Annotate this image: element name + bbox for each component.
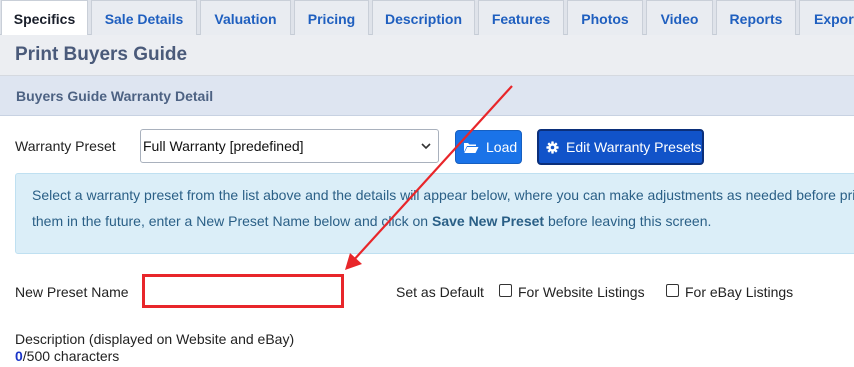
folder-open-icon xyxy=(464,142,479,153)
description-label: Description (displayed on Website and eB… xyxy=(15,331,295,347)
load-label: Load xyxy=(486,139,518,155)
section-title: Buyers Guide Warranty Detail xyxy=(16,88,214,104)
info-line-2-suffix: before leaving this screen. xyxy=(544,213,712,229)
new-preset-name-input[interactable] xyxy=(142,274,344,308)
character-counter: 0/500 characters xyxy=(15,348,119,364)
tab-label: Specifics xyxy=(13,11,76,27)
tab-label: Valuation xyxy=(214,10,277,27)
tab-label: Photos xyxy=(581,10,629,27)
for-website-listings-checkbox[interactable] xyxy=(499,284,512,297)
edit-warranty-presets-label: Edit Warranty Presets xyxy=(566,139,702,155)
page-title-bar: Print Buyers Guide xyxy=(0,35,854,76)
gear-icon xyxy=(546,140,559,154)
tab-label: Reports xyxy=(729,10,783,27)
load-button[interactable]: Load xyxy=(455,130,522,164)
for-ebay-listings-checkbox[interactable] xyxy=(666,284,679,297)
tab-photos[interactable]: Photos xyxy=(567,0,643,36)
chevron-down-icon xyxy=(421,143,431,150)
tab-reports[interactable]: Reports xyxy=(716,0,796,36)
warranty-preset-value: Full Warranty [predefined] xyxy=(143,138,304,154)
tab-label: Features xyxy=(491,10,551,27)
tab-label: Video xyxy=(660,10,699,27)
character-max: /500 characters xyxy=(22,348,120,364)
info-line-2-prefix: them in the future, enter a New Preset N… xyxy=(32,213,432,229)
tab-label: Pricing xyxy=(307,10,356,27)
tab-sale-details[interactable]: Sale Details xyxy=(91,0,197,36)
edit-warranty-presets-button[interactable]: Edit Warranty Presets xyxy=(537,129,704,165)
save-new-preset-emphasis: Save New Preset xyxy=(431,213,545,229)
tab-features[interactable]: Features xyxy=(478,0,564,36)
warranty-preset-select[interactable]: Full Warranty [predefined] xyxy=(140,129,439,163)
warranty-preset-label: Warranty Preset xyxy=(15,138,116,154)
section-header: Buyers Guide Warranty Detail xyxy=(0,76,854,116)
character-count: 0 xyxy=(15,348,23,364)
tab-video[interactable]: Video xyxy=(646,0,713,36)
info-line-2: them in the future, enter a New Preset N… xyxy=(32,208,854,234)
tab-label: Sale Details xyxy=(104,10,184,27)
for-ebay-listings-label: For eBay Listings xyxy=(685,284,794,300)
tab-label: Description xyxy=(384,10,462,27)
page-title: Print Buyers Guide xyxy=(15,44,188,65)
info-box: Select a warranty preset from the list a… xyxy=(15,173,854,254)
info-line-1: Select a warranty preset from the list a… xyxy=(32,187,854,203)
set-as-default-label: Set as Default xyxy=(396,284,484,300)
page: Specifics Sale Details Valuation Pricing… xyxy=(0,0,854,367)
tab-specifics[interactable]: Specifics xyxy=(1,0,88,37)
tab-pricing[interactable]: Pricing xyxy=(294,0,369,36)
for-website-listings-label: For Website Listings xyxy=(518,284,645,300)
tab-export[interactable]: Export xyxy=(799,0,854,36)
tab-valuation[interactable]: Valuation xyxy=(200,0,291,36)
tab-label: Export xyxy=(814,10,854,27)
tab-bar: Specifics Sale Details Valuation Pricing… xyxy=(0,0,854,37)
tab-description[interactable]: Description xyxy=(372,0,475,36)
new-preset-name-label: New Preset Name xyxy=(15,284,129,300)
